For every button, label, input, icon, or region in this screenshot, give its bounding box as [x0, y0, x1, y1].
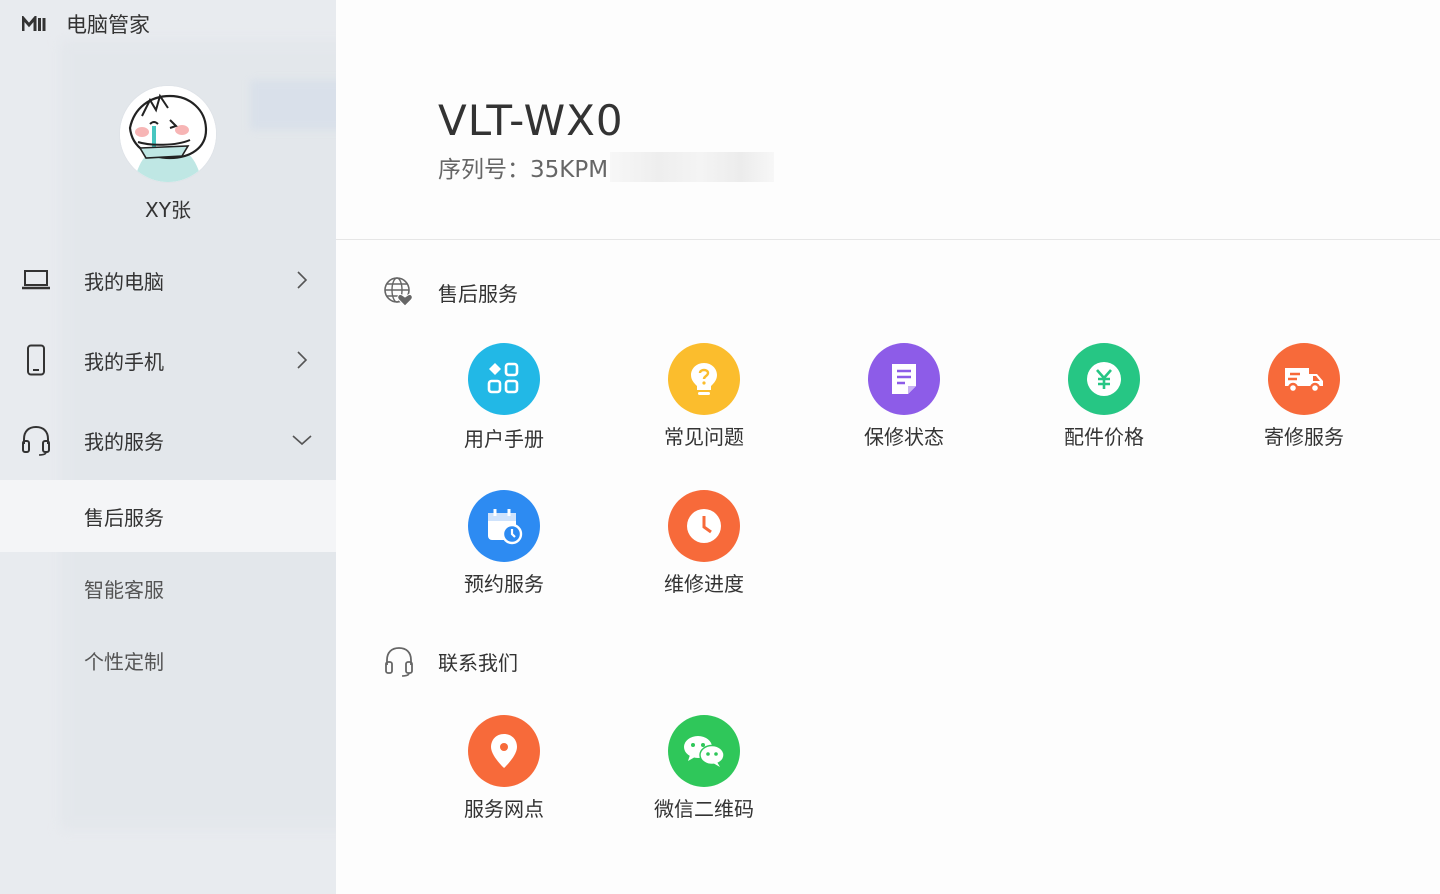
headset-icon [382, 644, 416, 678]
username: XY张 [145, 198, 191, 222]
tile-label: 寄修服务 [1264, 425, 1344, 449]
tile-user-manual[interactable]: 用户手册 [434, 343, 574, 463]
avatar[interactable] [120, 86, 216, 182]
sidebar-subitem-smart-support[interactable]: 智能客服 [0, 552, 336, 624]
tile-label: 保修状态 [864, 425, 944, 449]
truck-icon [1268, 343, 1340, 415]
apps-grid-icon [468, 343, 540, 415]
sidebar-item-my-computer[interactable]: 我的电脑 [0, 240, 336, 320]
headset-icon [20, 424, 52, 456]
serial-number: 序列号：35KPM [438, 150, 775, 184]
tile-wechat-qr[interactable]: 微信二维码 [634, 715, 774, 835]
chevron-right-icon [297, 271, 308, 289]
sidebar-item-my-phone[interactable]: 我的手机 [0, 320, 336, 400]
globe-heart-icon [382, 275, 416, 309]
tile-label: 维修进度 [664, 572, 744, 596]
phone-icon [20, 344, 52, 376]
sidebar: 电脑管家 XY张 我的电脑 我的手机 我的服务 售后服务 智能客服 个性定制 [0, 0, 336, 894]
chevron-down-icon [292, 435, 312, 446]
tile-faq[interactable]: 常见问题 [634, 343, 774, 463]
tile-appointment[interactable]: 预约服务 [434, 490, 574, 610]
section-header-contact: 联系我们 [382, 641, 518, 681]
main-panel: VLT-WX0 序列号：35KPM 售后服务 用户手册 常见问题 保修状态 配件… [336, 0, 1440, 894]
sidebar-subitem-label: 个性定制 [84, 649, 164, 674]
tile-label: 预约服务 [464, 572, 544, 596]
sidebar-item-label: 我的手机 [84, 349, 164, 374]
serial-number-text: 序列号：35KPM [438, 157, 609, 183]
sidebar-item-label: 我的电脑 [84, 269, 164, 294]
tile-parts-price[interactable]: 配件价格 [1034, 343, 1174, 463]
sidebar-subitem-after-sales[interactable]: 售后服务 [0, 480, 336, 552]
user-profile[interactable]: XY张 [118, 86, 218, 223]
sidebar-subitem-label: 智能客服 [84, 577, 164, 602]
device-model: VLT-WX0 [438, 96, 624, 145]
avatar-illustration-icon [120, 86, 216, 182]
chevron-right-icon [297, 351, 308, 369]
app-title: 电脑管家 [66, 13, 150, 37]
clock-icon [668, 490, 740, 562]
tile-label: 配件价格 [1064, 425, 1144, 449]
document-icon [868, 343, 940, 415]
device-header: VLT-WX0 序列号：35KPM [336, 0, 1440, 240]
lightbulb-question-icon [668, 343, 740, 415]
section-title: 联系我们 [438, 650, 518, 675]
tile-label: 用户手册 [464, 427, 544, 451]
yen-icon [1068, 343, 1140, 415]
sidebar-subitem-customization[interactable]: 个性定制 [0, 624, 336, 696]
tile-label: 微信二维码 [654, 797, 754, 821]
sidebar-item-my-services[interactable]: 我的服务 [0, 400, 336, 480]
app-brand: 电脑管家 [22, 10, 150, 38]
app-logo-icon [22, 16, 46, 31]
tile-repair-progress[interactable]: 维修进度 [634, 490, 774, 610]
calendar-clock-icon [468, 490, 540, 562]
sidebar-item-label: 我的服务 [84, 429, 164, 454]
tile-label: 常见问题 [664, 425, 744, 449]
sidebar-subitem-label: 售后服务 [84, 505, 164, 530]
wechat-icon [668, 715, 740, 787]
laptop-icon [20, 264, 52, 296]
tile-service-center[interactable]: 服务网点 [434, 715, 574, 835]
tile-label: 服务网点 [464, 797, 544, 821]
tile-mail-in-repair[interactable]: 寄修服务 [1234, 343, 1374, 463]
location-pin-icon [468, 715, 540, 787]
section-header-after-sales: 售后服务 [382, 272, 518, 312]
section-title: 售后服务 [438, 281, 518, 306]
tile-warranty-status[interactable]: 保修状态 [834, 343, 974, 463]
serial-redaction [610, 152, 775, 182]
